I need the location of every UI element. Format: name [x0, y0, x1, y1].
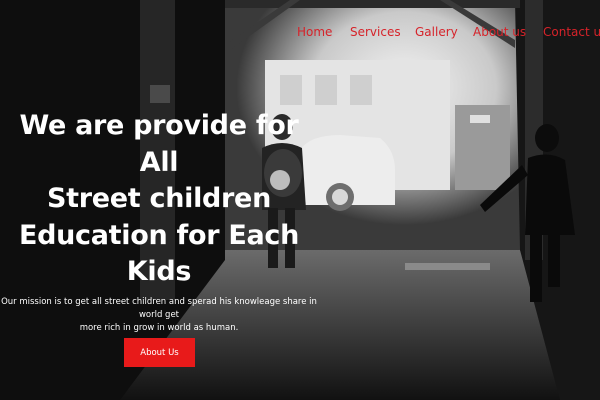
headline-line: Education for Each — [18, 219, 300, 251]
headline-line: Kids — [126, 256, 192, 287]
headline-line: Street children — [46, 183, 271, 214]
hero-headline: We are provide for All Street children E… — [4, 108, 314, 291]
nav-link-services[interactable]: Services — [350, 25, 401, 39]
headline-line: We are provide for — [19, 110, 299, 141]
hero-section: Home Services Gallery About us Contact u… — [0, 0, 600, 400]
nav-link-gallery[interactable]: Gallery — [415, 25, 458, 39]
nav-link-contact-us[interactable]: Contact us — [543, 25, 600, 39]
mission-statement: Our mission is to get all street childre… — [0, 296, 318, 335]
mission-line: Our mission is to get all street childre… — [1, 297, 317, 320]
headline-line: All — [139, 146, 179, 178]
about-us-button[interactable]: About Us — [124, 338, 195, 367]
main-navigation: Home Services Gallery About us Contact u… — [0, 25, 600, 41]
nav-link-about-us[interactable]: About us — [473, 25, 526, 39]
nav-link-home[interactable]: Home — [297, 25, 332, 39]
mission-line: more rich in grow in world as human. — [79, 323, 239, 333]
